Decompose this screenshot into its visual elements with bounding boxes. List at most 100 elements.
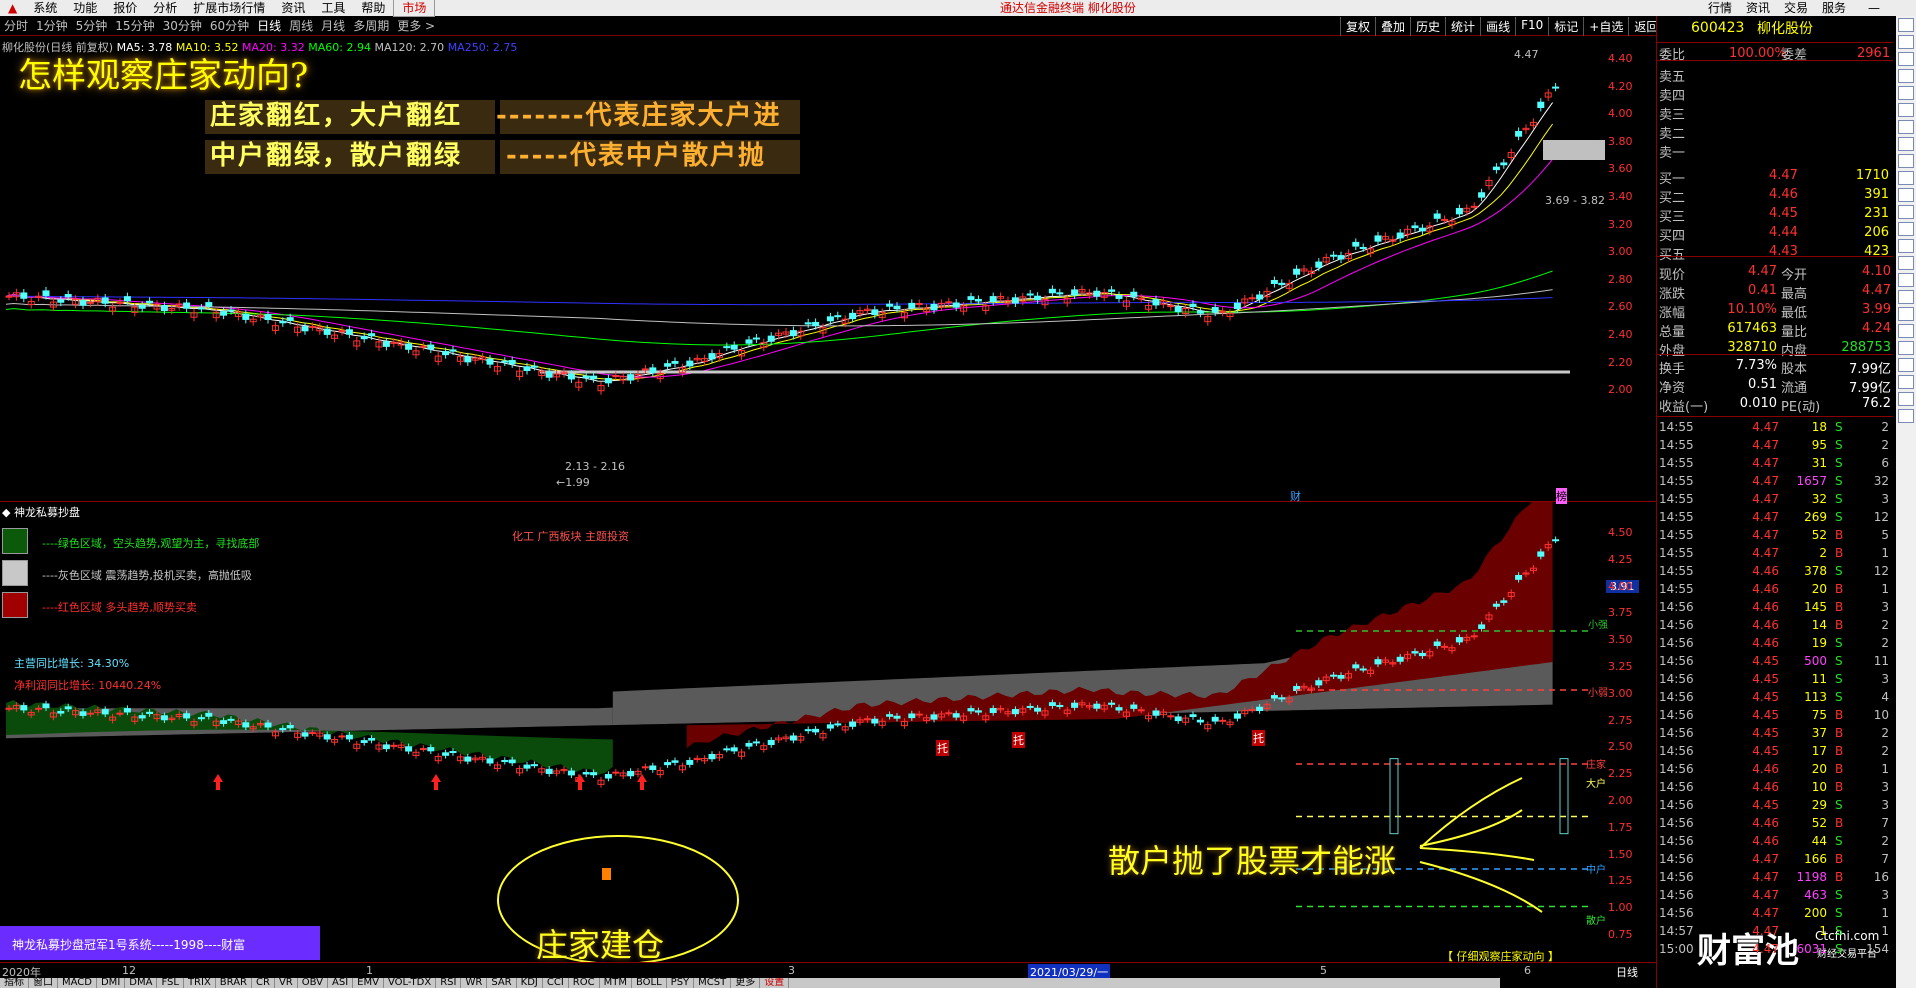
add-watchlist-button[interactable]: +自选 xyxy=(1583,17,1628,36)
overlay-button[interactable]: 叠加 xyxy=(1375,17,1410,36)
indicator-candle xyxy=(893,715,901,719)
toolstrip-icon[interactable] xyxy=(1898,341,1914,355)
menu-quote[interactable]: 报价 xyxy=(105,0,145,16)
toolstrip-icon[interactable] xyxy=(1898,171,1914,185)
toolstrip-icon[interactable] xyxy=(1898,86,1914,100)
period-tab[interactable]: 5分钟 xyxy=(72,17,112,34)
period-tab[interactable]: 多周期 xyxy=(349,17,393,34)
indicator-tab[interactable]: WR xyxy=(461,978,488,988)
f10-button[interactable]: F10 xyxy=(1515,17,1548,36)
app-logo-icon[interactable]: ▲ xyxy=(0,0,25,16)
toolstrip-icon[interactable] xyxy=(1898,103,1914,117)
indicator-tab[interactable]: SAR xyxy=(487,978,517,988)
minimize-icon[interactable]: — xyxy=(1862,0,1886,16)
indicator-tab[interactable]: 窗口 xyxy=(29,978,58,988)
candle xyxy=(886,303,894,307)
indicator-tab[interactable]: ROC xyxy=(569,978,600,988)
menu-ext-market[interactable]: 扩展市场行情 xyxy=(185,0,273,16)
indicator-chart[interactable]: ◆ 神龙私募抄盘 ----绿色区域，空头趋势,观望为主，寻找底部 ----灰色区… xyxy=(0,502,1656,964)
menu-right-news[interactable]: 资讯 xyxy=(1740,0,1776,16)
period-tab[interactable]: 月线 xyxy=(317,17,349,34)
indicator-tab[interactable]: 设置 xyxy=(760,978,790,988)
tick-price: 4.47 xyxy=(1752,870,1779,884)
toolstrip-icon[interactable] xyxy=(1898,205,1914,219)
indicator-tab[interactable]: BRAR xyxy=(216,978,252,988)
toolstrip-icon[interactable] xyxy=(1898,69,1914,83)
indicator-tab[interactable]: CR xyxy=(252,978,275,988)
menu-right-trade[interactable]: 交易 xyxy=(1778,0,1814,16)
indicator-tab[interactable]: FSL xyxy=(157,978,184,988)
mark-button[interactable]: 标记 xyxy=(1548,17,1583,36)
tick-side: B xyxy=(1835,744,1844,758)
indicator-tab[interactable]: 指标 xyxy=(0,978,29,988)
toolstrip-icon[interactable] xyxy=(1898,375,1914,389)
menu-analysis[interactable]: 分析 xyxy=(145,0,185,16)
history-button[interactable]: 历史 xyxy=(1410,17,1445,36)
kline-chart[interactable]: 柳化股份(日线 前复权) MA5: 3.78 MA10: 3.52 MA20: … xyxy=(0,36,1656,504)
indicator-tab[interactable]: BOLL xyxy=(632,978,667,988)
indicator-tab[interactable]: RSI xyxy=(436,978,462,988)
toolstrip-icon[interactable] xyxy=(1898,18,1914,32)
period-tab[interactable]: 分时 xyxy=(0,17,32,34)
tick-side: B xyxy=(1835,870,1844,884)
menu-market[interactable]: 市场 xyxy=(393,0,436,17)
indicator-tab[interactable]: ASI xyxy=(328,978,354,988)
candle xyxy=(1278,282,1286,286)
indicator-tab[interactable]: TRIX xyxy=(184,978,216,988)
menu-right-quote[interactable]: 行情 xyxy=(1702,0,1738,16)
toolstrip-icon[interactable] xyxy=(1898,290,1914,304)
toolstrip-icon[interactable] xyxy=(1898,188,1914,202)
draw-button[interactable]: 画线 xyxy=(1480,17,1515,36)
price-tick: 4.40 xyxy=(1608,52,1633,65)
indicator-tab[interactable]: OBV xyxy=(298,978,328,988)
indicator-tab[interactable]: MCST xyxy=(694,978,732,988)
menu-info[interactable]: 资讯 xyxy=(273,0,313,16)
indicator-tab[interactable]: VR xyxy=(275,978,298,988)
indicator-tab[interactable]: MACD xyxy=(58,978,97,988)
indicator-tab[interactable]: DMA xyxy=(125,978,158,988)
toolstrip-icon[interactable] xyxy=(1898,273,1914,287)
toolstrip-icon[interactable] xyxy=(1898,120,1914,134)
stats-button[interactable]: 统计 xyxy=(1445,17,1480,36)
toolstrip-icon[interactable] xyxy=(1898,307,1914,321)
indicator-tab[interactable]: EMV xyxy=(353,978,384,988)
period-tab[interactable]: 60分钟 xyxy=(206,17,253,34)
menu-tools[interactable]: 工具 xyxy=(313,0,353,16)
toolstrip-icon[interactable] xyxy=(1898,35,1914,49)
menu-function[interactable]: 功能 xyxy=(65,0,105,16)
indicator-tab[interactable]: VOL-TDX xyxy=(384,978,437,988)
indicator-tab[interactable]: CCI xyxy=(543,978,569,988)
toolstrip-icon[interactable] xyxy=(1898,239,1914,253)
toolstrip-icon[interactable] xyxy=(1898,154,1914,168)
gray-zone-desc: ----灰色区域 震荡趋势,投机买卖，高抛低吸 xyxy=(42,569,252,582)
period-tab-more[interactable]: 更多 > xyxy=(393,17,439,34)
period-indicator[interactable]: 日线 xyxy=(1616,964,1638,980)
toolstrip-icon[interactable] xyxy=(1898,137,1914,151)
indicator-tab[interactable]: PSY xyxy=(667,978,695,988)
indicator-tab[interactable]: DMI xyxy=(97,978,126,988)
indicator-tick: 2.25 xyxy=(1608,767,1633,781)
indicator-tab[interactable]: KDJ xyxy=(517,978,543,988)
toolstrip-icon[interactable] xyxy=(1898,409,1914,423)
indicator-tab[interactable]: MTM xyxy=(600,978,632,988)
indicator-tab[interactable]: 更多 xyxy=(731,978,761,988)
tick-price: 4.47 xyxy=(1752,420,1779,434)
period-tab[interactable]: 15分钟 xyxy=(111,17,158,34)
indicator-candle xyxy=(886,714,894,717)
menu-system[interactable]: 系统 xyxy=(25,0,65,16)
period-tab[interactable]: 1分钟 xyxy=(32,17,72,34)
toolstrip-icon[interactable] xyxy=(1898,392,1914,406)
period-tab[interactable]: 30分钟 xyxy=(159,17,206,34)
menu-help[interactable]: 帮助 xyxy=(353,0,393,16)
indicator-toggle-icon[interactable]: ◆ xyxy=(2,506,10,519)
period-tab[interactable]: 周线 xyxy=(285,17,317,34)
period-tab-daily[interactable]: 日线 xyxy=(253,17,285,34)
toolstrip-icon[interactable] xyxy=(1898,256,1914,270)
toolstrip-icon[interactable] xyxy=(1898,324,1914,338)
menu-right-service[interactable]: 服务 xyxy=(1816,0,1852,16)
toolstrip-icon[interactable] xyxy=(1898,222,1914,236)
toolstrip-icon[interactable] xyxy=(1898,52,1914,66)
toolstrip-icon[interactable] xyxy=(1898,358,1914,372)
fuquan-button[interactable]: 复权 xyxy=(1340,17,1375,36)
tick-side: S xyxy=(1835,438,1843,452)
